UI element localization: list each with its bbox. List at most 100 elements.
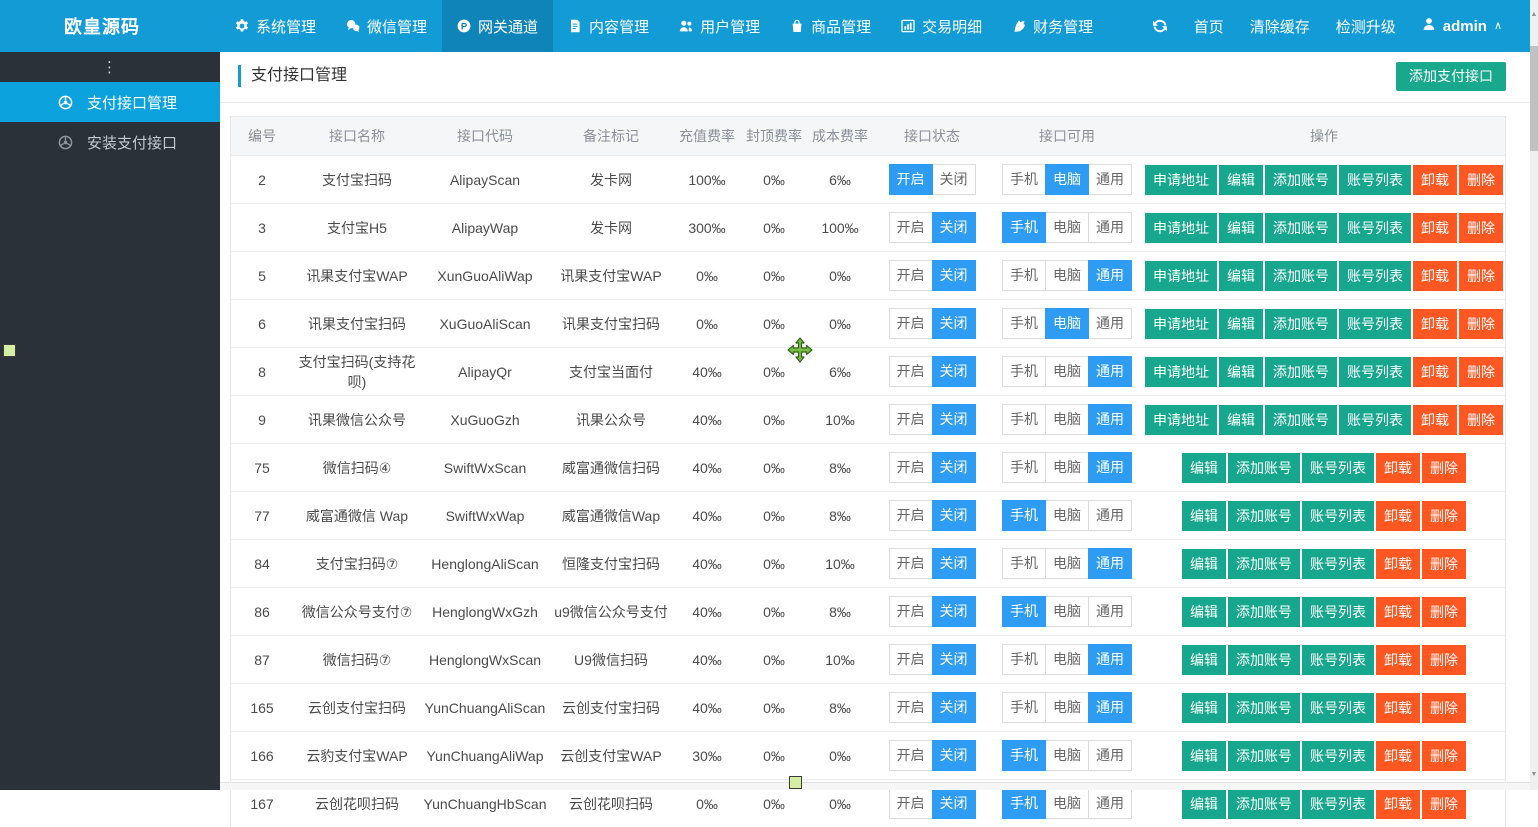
- selection-handle-left[interactable]: [3, 344, 16, 357]
- account-list-button[interactable]: 账号列表: [1339, 165, 1411, 195]
- apply-url-button[interactable]: 申请地址: [1145, 165, 1217, 195]
- uninstall-button[interactable]: 卸载: [1413, 405, 1457, 435]
- status-on-button[interactable]: 开启: [889, 308, 933, 339]
- device-mobile-button[interactable]: 手机: [1002, 212, 1046, 243]
- status-on-button[interactable]: 开启: [889, 740, 933, 771]
- nav-item-shop[interactable]: 商品管理: [775, 0, 886, 52]
- add-account-button[interactable]: 添加账号: [1265, 357, 1337, 387]
- nav-link-clear-cache[interactable]: 清除缓存: [1250, 16, 1310, 37]
- status-on-button[interactable]: 开启: [889, 788, 933, 819]
- edit-button[interactable]: 编辑: [1182, 549, 1226, 579]
- user-menu[interactable]: admin ∧: [1422, 17, 1502, 35]
- apply-url-button[interactable]: 申请地址: [1145, 357, 1217, 387]
- status-off-button[interactable]: 关闭: [932, 404, 976, 435]
- delete-button[interactable]: 删除: [1422, 645, 1466, 675]
- nav-item-document[interactable]: 内容管理: [553, 0, 664, 52]
- status-off-button[interactable]: 关闭: [932, 212, 976, 243]
- device-common-button[interactable]: 通用: [1088, 404, 1132, 435]
- apply-url-button[interactable]: 申请地址: [1145, 405, 1217, 435]
- status-off-button[interactable]: 关闭: [932, 260, 976, 291]
- scroll-down-arrow-icon[interactable]: ▼: [1530, 770, 1538, 780]
- device-pc-button[interactable]: 电脑: [1045, 260, 1089, 291]
- delete-button[interactable]: 删除: [1459, 165, 1503, 195]
- uninstall-button[interactable]: 卸载: [1376, 597, 1420, 627]
- status-off-button[interactable]: 关闭: [932, 596, 976, 627]
- status-on-button[interactable]: 开启: [889, 692, 933, 723]
- apply-url-button[interactable]: 申请地址: [1145, 213, 1217, 243]
- device-common-button[interactable]: 通用: [1088, 212, 1132, 243]
- uninstall-button[interactable]: 卸载: [1376, 645, 1420, 675]
- status-on-button[interactable]: 开启: [889, 452, 933, 483]
- device-mobile-button[interactable]: 手机: [1002, 692, 1046, 723]
- uninstall-button[interactable]: 卸载: [1413, 213, 1457, 243]
- status-on-button[interactable]: 开启: [889, 212, 933, 243]
- add-account-button[interactable]: 添加账号: [1228, 597, 1300, 627]
- edit-button[interactable]: 编辑: [1182, 693, 1226, 723]
- device-pc-button[interactable]: 电脑: [1045, 164, 1089, 195]
- refresh-icon[interactable]: [1152, 18, 1168, 34]
- edit-button[interactable]: 编辑: [1182, 789, 1226, 819]
- status-on-button[interactable]: 开启: [889, 356, 933, 387]
- status-off-button[interactable]: 关闭: [932, 740, 976, 771]
- uninstall-button[interactable]: 卸载: [1376, 549, 1420, 579]
- device-mobile-button[interactable]: 手机: [1002, 644, 1046, 675]
- delete-button[interactable]: 删除: [1422, 693, 1466, 723]
- sidebar-item[interactable]: 支付接口管理: [0, 82, 220, 122]
- device-common-button[interactable]: 通用: [1088, 356, 1132, 387]
- status-off-button[interactable]: 关闭: [932, 788, 976, 819]
- account-list-button[interactable]: 账号列表: [1302, 741, 1374, 771]
- apply-url-button[interactable]: 申请地址: [1145, 261, 1217, 291]
- horizontal-scrollbar[interactable]: [220, 782, 1530, 790]
- status-on-button[interactable]: 开启: [889, 164, 933, 195]
- status-on-button[interactable]: 开启: [889, 548, 933, 579]
- status-off-button[interactable]: 关闭: [932, 308, 976, 339]
- add-account-button[interactable]: 添加账号: [1265, 309, 1337, 339]
- device-mobile-button[interactable]: 手机: [1002, 404, 1046, 435]
- add-account-button[interactable]: 添加账号: [1265, 165, 1337, 195]
- selection-handle-bottom[interactable]: [789, 776, 802, 789]
- device-mobile-button[interactable]: 手机: [1002, 740, 1046, 771]
- nav-item-gear[interactable]: 系统管理: [220, 0, 331, 52]
- device-common-button[interactable]: 通用: [1088, 308, 1132, 339]
- status-on-button[interactable]: 开启: [889, 260, 933, 291]
- device-pc-button[interactable]: 电脑: [1045, 548, 1089, 579]
- add-payment-interface-button[interactable]: 添加支付接口: [1396, 62, 1506, 91]
- device-pc-button[interactable]: 电脑: [1045, 500, 1089, 531]
- device-common-button[interactable]: 通用: [1088, 500, 1132, 531]
- account-list-button[interactable]: 账号列表: [1302, 501, 1374, 531]
- account-list-button[interactable]: 账号列表: [1339, 309, 1411, 339]
- sidebar-item[interactable]: 安装支付接口: [0, 122, 220, 162]
- apply-url-button[interactable]: 申请地址: [1145, 309, 1217, 339]
- status-off-button[interactable]: 关闭: [932, 692, 976, 723]
- edit-button[interactable]: 编辑: [1219, 405, 1263, 435]
- nav-item-wechat[interactable]: 微信管理: [331, 0, 442, 52]
- device-mobile-button[interactable]: 手机: [1002, 164, 1046, 195]
- delete-button[interactable]: 删除: [1422, 789, 1466, 819]
- nav-link-home[interactable]: 首页: [1194, 16, 1224, 37]
- uninstall-button[interactable]: 卸载: [1376, 693, 1420, 723]
- device-common-button[interactable]: 通用: [1088, 164, 1132, 195]
- edit-button[interactable]: 编辑: [1182, 741, 1226, 771]
- device-mobile-button[interactable]: 手机: [1002, 452, 1046, 483]
- account-list-button[interactable]: 账号列表: [1302, 453, 1374, 483]
- device-common-button[interactable]: 通用: [1088, 452, 1132, 483]
- status-off-button[interactable]: 关闭: [932, 356, 976, 387]
- device-mobile-button[interactable]: 手机: [1002, 596, 1046, 627]
- edit-button[interactable]: 编辑: [1219, 261, 1263, 291]
- device-common-button[interactable]: 通用: [1088, 788, 1132, 819]
- add-account-button[interactable]: 添加账号: [1228, 645, 1300, 675]
- vertical-scrollbar[interactable]: ▲ ▼: [1530, 0, 1538, 790]
- device-pc-button[interactable]: 电脑: [1045, 740, 1089, 771]
- device-pc-button[interactable]: 电脑: [1045, 692, 1089, 723]
- uninstall-button[interactable]: 卸载: [1413, 165, 1457, 195]
- account-list-button[interactable]: 账号列表: [1339, 405, 1411, 435]
- device-pc-button[interactable]: 电脑: [1045, 356, 1089, 387]
- account-list-button[interactable]: 账号列表: [1302, 645, 1374, 675]
- account-list-button[interactable]: 账号列表: [1302, 693, 1374, 723]
- uninstall-button[interactable]: 卸载: [1376, 789, 1420, 819]
- delete-button[interactable]: 删除: [1459, 357, 1503, 387]
- status-on-button[interactable]: 开启: [889, 404, 933, 435]
- nav-item-finance[interactable]: 财务管理: [997, 0, 1108, 52]
- delete-button[interactable]: 删除: [1459, 405, 1503, 435]
- edit-button[interactable]: 编辑: [1219, 309, 1263, 339]
